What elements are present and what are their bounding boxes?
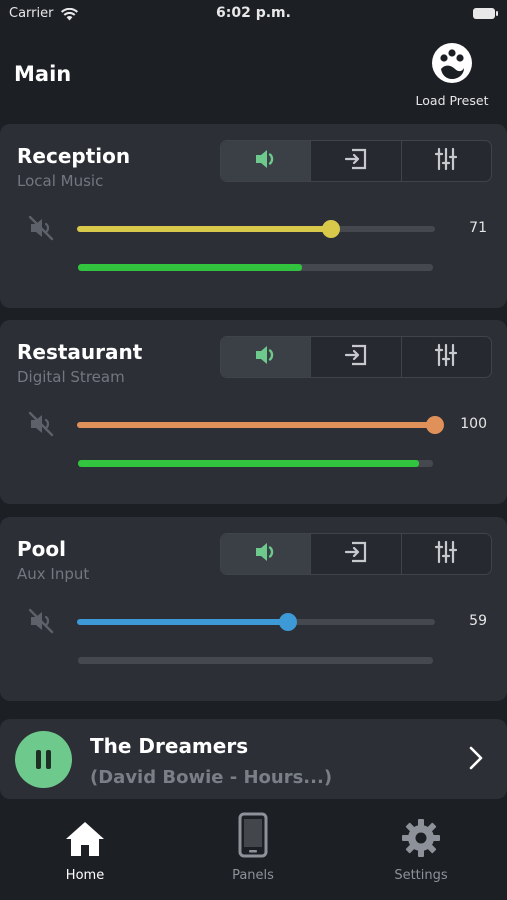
zone-source: Local Music <box>17 172 104 190</box>
pause-icon-bar <box>46 750 51 769</box>
volume-value: 100 <box>460 416 487 432</box>
now-playing-bar[interactable]: The Dreamers (David Bowie - Hours...) <box>0 719 507 799</box>
zone-mode-selector <box>220 336 492 378</box>
battery-icon <box>473 8 498 19</box>
page-title: Main <box>14 62 72 86</box>
tab-home-label: Home <box>65 868 105 883</box>
mute-button[interactable] <box>28 215 54 241</box>
zone-mode-selector <box>220 533 492 575</box>
equalizer-icon <box>433 540 459 568</box>
audio-mode-button[interactable] <box>221 337 311 377</box>
volume-value: 71 <box>469 220 487 236</box>
speaker-icon <box>253 343 279 371</box>
input-icon <box>343 147 369 175</box>
volume-slider[interactable] <box>77 220 435 238</box>
tab-panels[interactable]: Panels <box>198 812 308 883</box>
volume-slider[interactable] <box>77 416 444 434</box>
zone-card-pool: Pool Aux Input 59 <box>0 517 507 701</box>
gear-icon <box>366 818 476 858</box>
zone-name: Reception <box>17 144 131 168</box>
track-subtitle: (David Bowie - Hours...) <box>90 767 333 788</box>
speaker-icon <box>253 540 279 568</box>
tab-settings-label: Settings <box>394 868 448 883</box>
input-mode-button[interactable] <box>310 141 400 181</box>
load-preset-button[interactable]: Load Preset <box>409 42 495 108</box>
input-icon <box>343 343 369 371</box>
muted-speaker-icon <box>28 411 54 441</box>
equalizer-icon <box>433 343 459 371</box>
tab-bar: Home Panels Settings <box>0 800 507 900</box>
equalizer-icon <box>433 147 459 175</box>
zone-name: Pool <box>17 537 66 561</box>
volume-fill <box>77 226 332 232</box>
eq-mode-button[interactable] <box>400 141 491 181</box>
level-meter-fill <box>78 460 419 467</box>
status-bar: Carrier 6:02 p.m. <box>0 0 507 28</box>
volume-value: 59 <box>469 613 487 629</box>
zone-source: Digital Stream <box>17 368 125 386</box>
tab-settings[interactable]: Settings <box>366 818 476 883</box>
status-time: 6:02 p.m. <box>216 5 291 21</box>
volume-thumb[interactable] <box>322 220 341 238</box>
input-icon <box>343 540 369 568</box>
zone-mode-selector <box>220 140 492 182</box>
mute-button[interactable] <box>28 608 54 634</box>
level-meter <box>78 460 433 467</box>
level-meter <box>78 657 433 664</box>
zone-card-reception: Reception Local Music 71 <box>0 124 507 308</box>
input-mode-button[interactable] <box>310 534 400 574</box>
tab-panels-label: Panels <box>232 868 274 883</box>
zone-source: Aux Input <box>17 565 90 583</box>
pause-icon <box>36 750 41 769</box>
speaker-icon <box>253 147 279 175</box>
input-mode-button[interactable] <box>310 337 400 377</box>
tab-home[interactable]: Home <box>30 818 140 883</box>
volume-slider[interactable] <box>77 613 435 631</box>
volume-fill <box>77 422 435 428</box>
level-meter <box>78 264 433 271</box>
preset-palette-icon <box>431 42 473 84</box>
load-preset-label: Load Preset <box>415 93 489 108</box>
track-title: The Dreamers <box>90 734 249 758</box>
level-meter-fill <box>78 264 302 271</box>
audio-mode-button[interactable] <box>221 534 311 574</box>
eq-mode-button[interactable] <box>400 534 491 574</box>
audio-mode-button[interactable] <box>221 141 311 181</box>
pause-button[interactable] <box>15 731 72 788</box>
mute-button[interactable] <box>28 411 54 437</box>
home-icon <box>30 818 140 858</box>
tablet-icon <box>198 812 308 858</box>
volume-thumb[interactable] <box>279 613 298 631</box>
chevron-right-icon[interactable] <box>469 746 483 774</box>
zone-name: Restaurant <box>17 340 143 364</box>
volume-thumb[interactable] <box>426 416 444 434</box>
zone-card-restaurant: Restaurant Digital Stream 100 <box>0 320 507 504</box>
volume-fill <box>77 619 289 625</box>
eq-mode-button[interactable] <box>400 337 491 377</box>
muted-speaker-icon <box>28 215 54 245</box>
muted-speaker-icon <box>28 608 54 638</box>
